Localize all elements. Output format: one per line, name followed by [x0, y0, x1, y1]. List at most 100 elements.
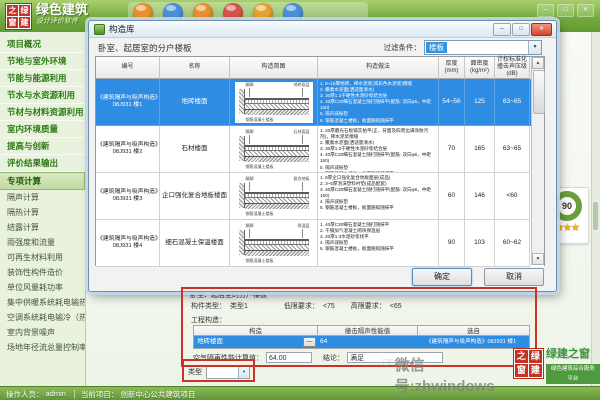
component-type-label: 构件类型：: [191, 301, 226, 311]
app-window: 之 绿 窗 建 绿色建筑 设计评价软件 ─ □ ✕ 项目概况节地与室外环境节能与…: [0, 0, 600, 400]
type-combobox[interactable]: ▼: [206, 365, 250, 379]
project-label: 当前项目：: [81, 389, 119, 400]
row-name: 细石混凝土保温楼面: [160, 220, 230, 267]
construction-step: 3. 40厚C20细石混凝土随打随抹平(配筋: 双向φ6，中距150): [320, 187, 436, 199]
row-density: 146: [465, 173, 495, 220]
sidebar-subitem[interactable]: 装饰性构件造价: [0, 265, 85, 280]
row-impact-level: 63~65: [495, 79, 530, 126]
table-row[interactable]: 《建筑隔声与吸声构造》08J931 楼1 地砖楼面 踢脚 地砖面层 钢筋混凝土楼…: [96, 79, 544, 126]
column-header: 计权标准化 撞击声压级 (dB): [495, 57, 530, 79]
project-value: 创新中心公共建筑项目: [120, 389, 195, 400]
app-logo: 之 绿 窗 建 绿色建筑 设计评价软件: [5, 3, 88, 30]
construction-table: 编号 名称 构造简图 构造做法 厚度 (mm) 面密度 (kg/m²) 计权标准…: [95, 56, 545, 266]
sidebar-subitem[interactable]: 可再生材料利用: [0, 250, 85, 265]
construction-step: 1. 20厚磨光石板铺实拍平(正、背面及四周边满涂防污剂)，稀水泥浆擦缝: [320, 128, 436, 140]
row-thickness: 90: [439, 220, 465, 267]
row-name: 石材楼面: [160, 126, 230, 173]
dialog-title: 构造库: [109, 23, 135, 35]
row-thickness: 60: [439, 173, 465, 220]
scroll-down-icon[interactable]: ▼: [532, 253, 544, 265]
dialog-close-button[interactable]: ✕: [531, 23, 552, 36]
sidebar-subitem[interactable]: 空调系统耗电输冷（热）: [0, 310, 85, 325]
brand-name: 绿建之窗: [546, 348, 600, 361]
sidebar-subitem[interactable]: 室内背景噪声: [0, 325, 85, 340]
table-row[interactable]: 《建筑隔声与吸声构造》08J931 楼3 企口强化复合地板楼面 踢脚 复合地板 …: [96, 173, 544, 220]
cancel-button[interactable]: 取消: [484, 268, 544, 286]
conclusion-label: 结论：: [323, 353, 344, 363]
browse-button[interactable]: —: [303, 337, 316, 347]
chevron-down-icon[interactable]: ▼: [238, 366, 249, 378]
dialog-maximize-button[interactable]: □: [512, 23, 530, 36]
sidebar-subitem[interactable]: 雨强度和流量: [0, 235, 85, 250]
sidebar-item[interactable]: 项目概况: [0, 36, 85, 53]
high-limit-value: <65: [390, 303, 402, 310]
sidebar-item[interactable]: 节能与能源利用: [0, 70, 85, 87]
sidebar-item[interactable]: 节材与材料资源利用: [0, 104, 85, 121]
wechat-id-watermark: 微信号:zhwindows: [395, 354, 510, 396]
sidebar-item[interactable]: 节地与室外环境: [0, 53, 85, 70]
high-limit-label: 高限要求：: [351, 301, 386, 311]
close-button[interactable]: ✕: [577, 4, 594, 17]
chevron-down-icon[interactable]: ▼: [528, 41, 541, 54]
sidebar-item[interactable]: 室内环境质量: [0, 121, 85, 138]
sidebar: 项目概况节地与室外环境节能与能源利用节水与水资源利用节材与材料资源利用室内环境质…: [0, 32, 86, 386]
sidebar-item[interactable]: 评价结果输出: [0, 155, 85, 172]
minimize-button[interactable]: ─: [537, 4, 554, 17]
column-header: 名称: [160, 57, 230, 79]
row-code: 《建筑隔声与吸声构造》08J931 楼2: [96, 126, 160, 173]
engineering-construction-table: 构造 撞击隔声性能值 选自 地砖楼面 — 64 《建筑隔声与吸声构造》08J93…: [193, 325, 530, 349]
scroll-up-icon[interactable]: ▲: [532, 57, 544, 69]
row-thickness: 70: [439, 126, 465, 173]
row-steps: 1. 8厚企口强化复合地板面层(成品)2. 3~5厚泡沫塑料衬垫(成品配套)3.…: [318, 173, 439, 220]
ok-button[interactable]: 确定: [412, 268, 472, 286]
table-scrollbar[interactable]: ▲ ▼: [531, 57, 544, 265]
watermark: ☞ 微信号:zhwindows 之 绿 窗 建 绿建之窗 绿色建筑综合服务平台: [382, 348, 600, 396]
sidebar-subitem[interactable]: 隔声计算: [0, 190, 85, 205]
row-impact-level: 60~62: [495, 220, 530, 267]
construction-name: 地砖楼面: [194, 336, 303, 348]
scrollbar-thumb[interactable]: [593, 202, 598, 230]
row-steps: 1. 8~10厚地砖，稀水泥浆(或彩色水泥浆)擦缝2. 撒素水泥面(洒适量清水)…: [318, 79, 439, 126]
construction-diagram-icon: 踢脚 地砖面层 钢筋混凝土楼板: [235, 82, 313, 123]
row-code: 《建筑隔声与吸声构造》08J931 楼1: [96, 79, 160, 126]
score-value: 90: [562, 201, 572, 211]
dialog-minimize-button[interactable]: ─: [493, 23, 511, 36]
table-row[interactable]: 《建筑隔声与吸声构造》08J931 楼2 石材楼面 踢脚 石材面层 钢筋混凝土楼…: [96, 126, 544, 173]
component-type-value: 类型1: [230, 301, 248, 311]
main-scrollbar[interactable]: [591, 32, 600, 386]
row-density: 125: [465, 79, 495, 126]
sidebar-subitem[interactable]: 单位风量耗功率: [0, 280, 85, 295]
sidebar-subitem[interactable]: 集中供暖系统耗电输热比: [0, 295, 85, 310]
row-steps: 1. 20厚磨光石板铺实拍平(正、背面及四周边满涂防污剂)，稀水泥浆擦缝2. 撒…: [318, 126, 439, 173]
type-label: 类型: [188, 367, 202, 377]
sidebar-item[interactable]: 节水与水资源利用: [0, 87, 85, 104]
construction-diagram-icon: 踢脚 石材面层 钢筋混凝土楼板: [235, 129, 313, 170]
low-limit-value: <75: [323, 303, 335, 310]
row-name: 企口强化复合地板楼面: [160, 173, 230, 220]
construction-step: 4. 40厚C20细石混凝土随打随抹平(配筋: 双向φ6，中距150): [320, 152, 436, 164]
column-header: 面密度 (kg/m²): [465, 57, 495, 79]
row-name: 地砖楼面: [160, 79, 230, 126]
filter-combobox[interactable]: 楼板 ▼: [424, 40, 542, 55]
table-row[interactable]: 《建筑隔声与吸声构造》08J931 楼4 细石混凝土保温楼面 踢脚 保温层 钢筋…: [96, 220, 544, 267]
scrollbar-thumb[interactable]: [533, 70, 545, 114]
construction-step: 5. 钢筋混凝土楼板，板面随捣随抹平: [320, 205, 436, 211]
sidebar-subitem[interactable]: 结露计算: [0, 220, 85, 235]
sidebar-item[interactable]: 专项计算: [0, 172, 85, 190]
column-header: 构造简图: [230, 57, 318, 79]
construction-label: 工程构造：: [191, 315, 226, 325]
maximize-button[interactable]: □: [557, 4, 574, 17]
dialog-titlebar[interactable]: 构造库: [89, 21, 556, 38]
sidebar-item[interactable]: 提高与创新: [0, 138, 85, 155]
row-impact-level: <60: [495, 173, 530, 220]
construction-step: 6. 钢筋混凝土楼板，板面随捣随抹平: [320, 118, 436, 124]
row-thickness: 54~56: [439, 79, 465, 126]
dialog-section-label: 卧室、起居室的分户楼板: [98, 42, 192, 54]
seal-char: 窗: [7, 17, 18, 28]
calc-value-input[interactable]: 64.00: [266, 352, 312, 363]
app-logo-seal-icon: 之 绿 窗 建: [5, 3, 32, 30]
sidebar-subitem[interactable]: 隔热计算: [0, 205, 85, 220]
operator-value: admin: [46, 389, 66, 400]
sidebar-subitem[interactable]: 场地年径流总量控制率: [0, 340, 85, 355]
seal-char: 之: [7, 5, 18, 16]
